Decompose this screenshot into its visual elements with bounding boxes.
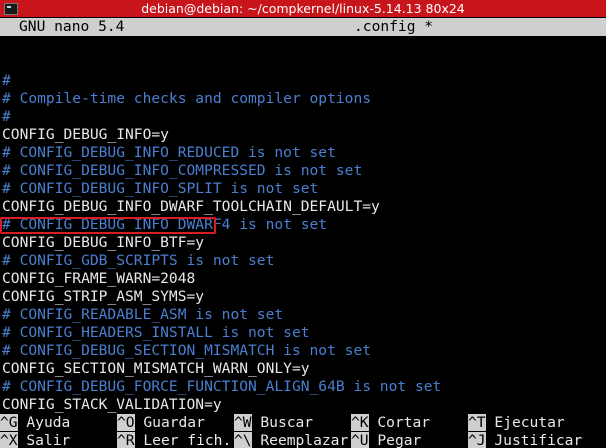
shortcut-key: ^K bbox=[351, 414, 369, 431]
editor-text-area[interactable]: # # Compile-time checks and compiler opt… bbox=[2, 54, 441, 414]
editor-line[interactable]: CONFIG_FRAME_WARN=2048 bbox=[2, 270, 441, 288]
shortcut-key: ^J bbox=[468, 432, 486, 448]
shortcut-label: Salir bbox=[26, 432, 71, 448]
shortcut-label: Buscar bbox=[260, 414, 314, 431]
shortcut-label: Cortar bbox=[377, 414, 431, 431]
shortcut-label: Leer fich. bbox=[143, 432, 232, 448]
editor-line-highlighted[interactable]: CONFIG_DEBUG_INFO_BTF=y bbox=[2, 234, 441, 252]
shortcut-key: ^G bbox=[0, 414, 18, 431]
shortcut-label: Ayuda bbox=[26, 414, 71, 431]
editor-line[interactable]: CONFIG_STACK_VALIDATION=y bbox=[2, 396, 441, 414]
editor-line[interactable]: # CONFIG_READABLE_ASM is not set bbox=[2, 306, 441, 324]
nano-header-bar: GNU nano 5.4 .config * bbox=[0, 18, 606, 36]
shortcut-read-file[interactable]: ^R Leer fich. bbox=[117, 432, 231, 448]
highlight-annotation-box bbox=[0, 217, 216, 234]
editor-line[interactable]: CONFIG_DEBUG_INFO=y bbox=[2, 126, 441, 144]
editor-line[interactable]: # CONFIG_DEBUG_INFO_COMPRESSED is not se… bbox=[2, 162, 441, 180]
shortcut-execute[interactable]: ^T Ejecutar bbox=[468, 414, 565, 432]
editor-line[interactable]: # CONFIG_HEADERS_INSTALL is not set bbox=[2, 324, 441, 342]
shortcut-search[interactable]: ^W Buscar bbox=[234, 414, 313, 432]
shortcut-label: Pegar bbox=[377, 432, 422, 448]
editor-line[interactable]: # CONFIG_DEBUG_FORCE_FUNCTION_ALIGN_64B … bbox=[2, 378, 441, 396]
shortcut-key: ^R bbox=[117, 432, 135, 448]
shortcut-save[interactable]: ^O Guardar bbox=[117, 414, 205, 432]
editor-line[interactable]: # CONFIG_DEBUG_INFO_SPLIT is not set bbox=[2, 180, 441, 198]
editor-line[interactable]: # CONFIG_DEBUG_INFO_REDUCED is not set bbox=[2, 144, 441, 162]
shortcut-help[interactable]: ^G Ayuda bbox=[0, 414, 70, 432]
shortcut-replace[interactable]: ^\ Reemplazar bbox=[234, 432, 348, 448]
editor-line[interactable]: # Compile-time checks and compiler optio… bbox=[2, 90, 441, 108]
shortcut-label: Justificar bbox=[494, 432, 583, 448]
shortcut-paste[interactable]: ^U Pegar bbox=[351, 432, 421, 448]
shortcut-key: ^T bbox=[468, 414, 486, 431]
editor-line[interactable]: CONFIG_SECTION_MISMATCH_WARN_ONLY=y bbox=[2, 360, 441, 378]
shortcut-row-1: ^G Ayuda ^O Guardar ^W Buscar ^K Cortar … bbox=[0, 414, 606, 432]
editor-line[interactable]: # bbox=[2, 108, 441, 126]
shortcut-label: Ejecutar bbox=[494, 414, 565, 431]
window-titlebar[interactable]: debian@debian: ~/compkernel/linux-5.14.1… bbox=[0, 0, 606, 17]
shortcut-key: ^O bbox=[117, 414, 135, 431]
shortcut-key: ^\ bbox=[234, 432, 252, 448]
editor-line[interactable]: # CONFIG_DEBUG_SECTION_MISMATCH is not s… bbox=[2, 342, 441, 360]
shortcut-justify[interactable]: ^J Justificar bbox=[468, 432, 582, 448]
editor-line[interactable] bbox=[2, 54, 441, 72]
shortcut-bar: ^G Ayuda ^O Guardar ^W Buscar ^K Cortar … bbox=[0, 414, 606, 448]
editor-line[interactable]: CONFIG_STRIP_ASM_SYMS=y bbox=[2, 288, 441, 306]
shortcut-cut[interactable]: ^K Cortar bbox=[351, 414, 430, 432]
shortcut-label: Reemplazar bbox=[260, 432, 349, 448]
editor-line[interactable]: CONFIG_DEBUG_INFO_DWARF_TOOLCHAIN_DEFAUL… bbox=[2, 198, 441, 216]
shortcut-key: ^U bbox=[351, 432, 369, 448]
shortcut-key: ^X bbox=[0, 432, 18, 448]
file-name: .config * bbox=[354, 18, 434, 35]
shortcut-exit[interactable]: ^X Salir bbox=[0, 432, 70, 448]
editor-line[interactable]: # CONFIG_GDB_SCRIPTS is not set bbox=[2, 252, 441, 270]
editor-line[interactable]: # bbox=[2, 72, 441, 90]
shortcut-label: Guardar bbox=[143, 414, 205, 431]
nano-version: GNU nano 5.4 bbox=[19, 18, 125, 35]
window-title: debian@debian: ~/compkernel/linux-5.14.1… bbox=[141, 1, 465, 16]
shortcut-row-2: ^X Salir ^R Leer fich. ^\ Reemplazar ^U … bbox=[0, 432, 606, 448]
shortcut-key: ^W bbox=[234, 414, 252, 431]
